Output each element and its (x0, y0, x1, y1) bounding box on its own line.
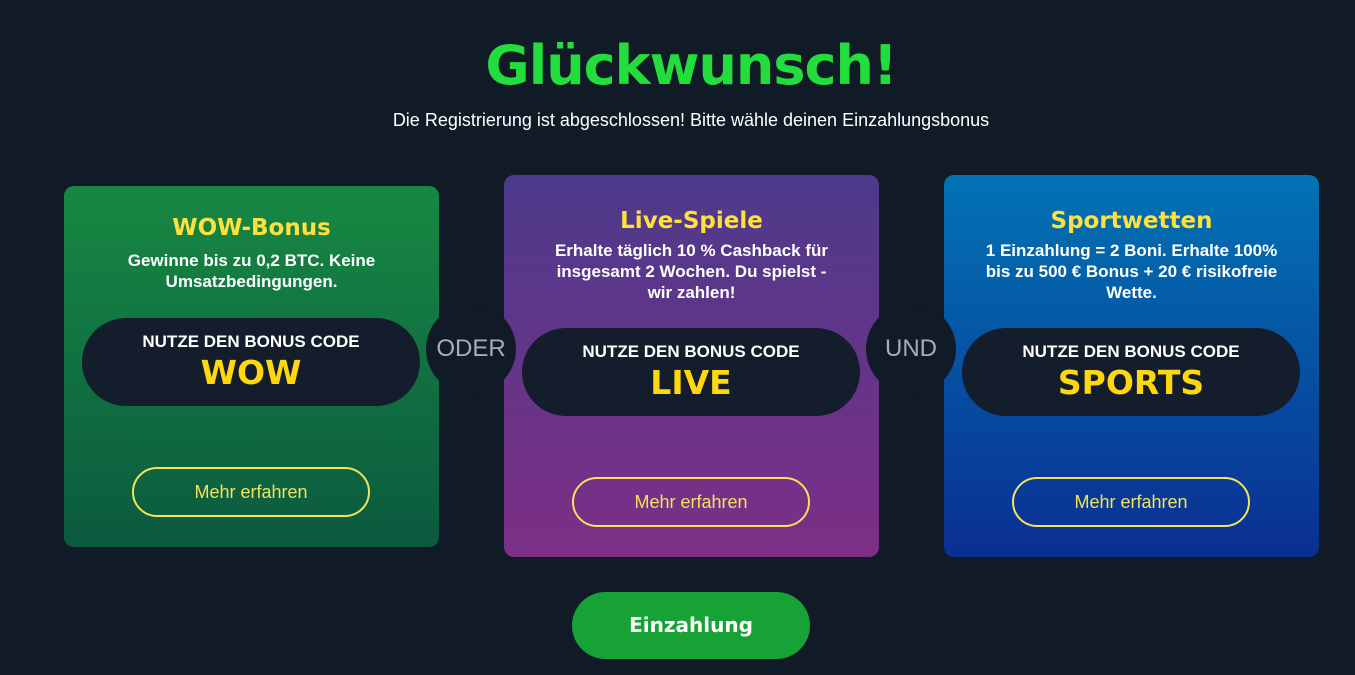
connector-und: UND (866, 304, 956, 394)
bonus-card-live: Live-Spiele Erhalte täglich 10 % Cashbac… (504, 175, 879, 557)
card-description: 1 Einzahlung = 2 Boni. Erhalte 100% bis … (985, 241, 1278, 302)
page-title: Glückwunsch! (485, 34, 897, 97)
card-description: Erhalte täglich 10 % Cashback für insges… (554, 241, 829, 302)
bonus-code: LIVE (650, 363, 732, 402)
bonus-selection-page: Glückwunsch! Die Registrierung ist abges… (0, 0, 1355, 675)
bonus-code-label: NUTZE DEN BONUS CODE (1022, 342, 1240, 361)
card-title: Sportwetten (1050, 208, 1213, 234)
page-subtitle: Die Registrierung ist abgeschlossen! Bit… (392, 110, 990, 130)
connector-oder: ODER (426, 304, 516, 394)
card-description: Gewinne bis zu 0,2 BTC. Keine Umsatzbedi… (127, 251, 376, 291)
bonus-card-sports: Sportwetten 1 Einzahlung = 2 Boni. Erhal… (944, 175, 1319, 557)
deposit-button[interactable]: Einzahlung (572, 592, 810, 659)
card-title: Live-Spiele (620, 208, 763, 234)
bonus-card-wow: WOW-Bonus Gewinne bis zu 0,2 BTC. Keine … (64, 186, 439, 547)
learn-more-button[interactable]: Mehr erfahren (1012, 477, 1250, 527)
learn-more-button[interactable]: Mehr erfahren (572, 477, 810, 527)
bonus-code-label: NUTZE DEN BONUS CODE (142, 332, 360, 351)
bonus-code-label: NUTZE DEN BONUS CODE (582, 342, 800, 361)
bonus-code-pill: NUTZE DEN BONUS CODE WOW (82, 318, 420, 406)
bonus-code: SPORTS (1057, 363, 1205, 402)
learn-more-button[interactable]: Mehr erfahren (132, 467, 370, 517)
bonus-code: WOW (200, 353, 302, 392)
card-title: WOW-Bonus (172, 215, 331, 241)
bonus-code-pill: NUTZE DEN BONUS CODE LIVE (522, 328, 860, 416)
bonus-code-pill: NUTZE DEN BONUS CODE SPORTS (962, 328, 1300, 416)
